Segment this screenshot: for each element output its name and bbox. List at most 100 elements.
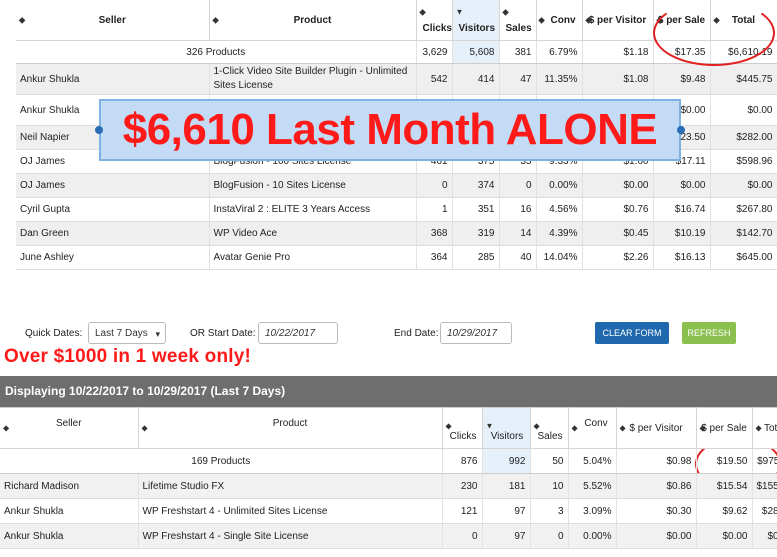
total-cell: $598.96 [710, 149, 777, 174]
col-header-visitors[interactable]: ▼ Visitors [452, 0, 500, 41]
per-visitor-cell: $0.45 [582, 221, 654, 246]
col-header-conv[interactable]: ◆ Conv [568, 407, 617, 449]
sales-cell: 14 [499, 221, 537, 246]
per-visitor-cell: $0.00 [582, 173, 654, 198]
revenue-banner: $6,610 Last Month ALONE [99, 99, 681, 161]
start-date-input[interactable]: 10/22/2017 [258, 322, 338, 344]
col-header-visitors[interactable]: ▼ Visitors [482, 407, 531, 449]
summary-total: $975.11 [752, 448, 777, 474]
seller-cell: Ankur Shukla [0, 523, 139, 549]
total-cell: $282.00 [710, 125, 777, 150]
quick-dates-label: Quick Dates: [25, 328, 83, 339]
clicks-cell: 1 [416, 197, 453, 222]
top-total-circle [653, 0, 775, 66]
sales-cell: 16 [499, 197, 537, 222]
per-visitor-cell: $1.08 [582, 63, 654, 95]
quick-dates-value: Last 7 Days [95, 328, 148, 339]
per-sale-cell: $16.74 [653, 197, 711, 222]
col-header-per-visitor[interactable]: ◆ $ per Visitor [616, 407, 697, 449]
seller-cell: Ankur Shukla [16, 63, 210, 95]
total-cell: $142.70 [710, 221, 777, 246]
refresh-button[interactable]: REFRESH [682, 322, 736, 344]
total-cell: $0.00 [710, 94, 777, 126]
total-cell: $28.86 [752, 498, 777, 524]
clicks-cell: 368 [416, 221, 453, 246]
seller-cell: Dan Green [16, 221, 210, 246]
visitors-cell: 351 [452, 197, 500, 222]
per-sale-cell: $0.00 [653, 173, 711, 198]
col-header-total[interactable]: ◆Total [752, 407, 777, 449]
conv-cell: 4.56% [536, 197, 583, 222]
bottom-report-table: ◆ Seller ◆ Product ◆ Clicks ▼ Visitors ◆ Sale… [0, 407, 777, 549]
summary-per-sale: $19.50 [696, 448, 753, 474]
end-date-label: End Date: [394, 328, 439, 339]
seller-cell: OJ James [16, 173, 210, 198]
week-annotation: Over $1000 in 1 week only! [4, 346, 252, 367]
summary-per-visitor: $0.98 [616, 448, 697, 474]
col-header-per-sale[interactable]: ◆ $ per Sale [696, 407, 753, 449]
visitors-cell: 319 [452, 221, 500, 246]
col-header-seller[interactable]: ◆ Seller [16, 0, 210, 41]
per-sale-cell: $16.13 [653, 245, 711, 270]
sort-icon: ◆ [502, 7, 509, 17]
product-cell: Lifetime Studio FX [138, 473, 443, 499]
col-header-sales[interactable]: ◆ Sales [499, 0, 537, 41]
product-cell: 1-Click Video Site Builder Plugin - Unli… [209, 63, 417, 95]
sales-cell: 40 [499, 245, 537, 270]
chevron-down-icon: ▾ [155, 329, 160, 339]
seller-cell: Richard Madison [0, 473, 139, 499]
table-row: Cyril Gupta InstaViral 2 : ELITE 3 Years… [16, 197, 777, 222]
seller-cell: June Ashley [16, 245, 210, 270]
visitors-cell: 285 [452, 245, 500, 270]
conv-cell: 4.39% [536, 221, 583, 246]
sales-cell: 47 [499, 63, 537, 95]
resize-handle-right[interactable] [677, 126, 685, 134]
sort-icon: ◆ [445, 421, 452, 431]
table-row: OJ James BlogFusion - 10 Sites License 0… [16, 173, 777, 198]
col-header-per-visitor[interactable]: ◆ $ per Visitor [582, 0, 654, 41]
clear-form-button[interactable]: CLEAR FORM [595, 322, 669, 344]
product-count: 326 Products [16, 40, 417, 64]
product-cell: Avatar Genie Pro [209, 245, 417, 270]
summary-conv: 6.79% [536, 40, 583, 64]
summary-sales: 50 [530, 448, 569, 474]
sort-icon: ◆ [699, 423, 706, 433]
per-sale-cell: $9.62 [696, 498, 753, 524]
conv-cell: 0.00% [568, 523, 617, 549]
product-cell: BlogFusion - 10 Sites License [209, 173, 417, 198]
product-cell: WP Video Ace [209, 221, 417, 246]
per-sale-cell: $15.54 [696, 473, 753, 499]
start-date-label: OR Start Date: [190, 328, 256, 339]
conv-cell: 0.00% [536, 173, 583, 198]
conv-cell: 3.09% [568, 498, 617, 524]
col-header-clicks[interactable]: ◆ Clicks [442, 407, 483, 449]
visitors-cell: 414 [452, 63, 500, 95]
col-header-conv[interactable]: ◆ Conv [536, 0, 583, 41]
per-sale-cell: $0.00 [696, 523, 753, 549]
col-header-clicks[interactable]: ◆ Clicks [416, 0, 453, 41]
col-header-product[interactable]: ◆ Product [209, 0, 417, 41]
col-header-product[interactable]: ◆ Product [138, 407, 443, 449]
col-header-sales[interactable]: ◆ Sales [530, 407, 569, 449]
product-cell: WP Freshstart 4 - Unlimited Sites Licens… [138, 498, 443, 524]
sort-icon: ◆ [571, 423, 578, 433]
per-visitor-cell: $0.86 [616, 473, 697, 499]
product-cell: InstaViral 2 : ELITE 3 Years Access [209, 197, 417, 222]
sales-cell: 10 [530, 473, 569, 499]
col-header-seller[interactable]: ◆ Seller [0, 407, 139, 449]
visitors-cell: 97 [482, 498, 531, 524]
total-cell: $0.00 [752, 523, 777, 549]
end-date-input[interactable]: 10/29/2017 [440, 322, 512, 344]
conv-cell: 5.52% [568, 473, 617, 499]
total-cell: $267.80 [710, 197, 777, 222]
resize-handle-left[interactable] [95, 126, 103, 134]
sort-icon: ◆ [538, 15, 545, 25]
visitors-cell: 374 [452, 173, 500, 198]
summary-sales: 381 [499, 40, 537, 64]
sort-icon: ◆ [533, 421, 540, 431]
summary-visitors: 5,608 [452, 40, 500, 64]
total-cell: $445.75 [710, 63, 777, 95]
quick-dates-select[interactable]: Last 7 Days ▾ [88, 322, 166, 344]
per-sale-cell: $9.48 [653, 63, 711, 95]
sort-icon: ◆ [19, 15, 26, 25]
